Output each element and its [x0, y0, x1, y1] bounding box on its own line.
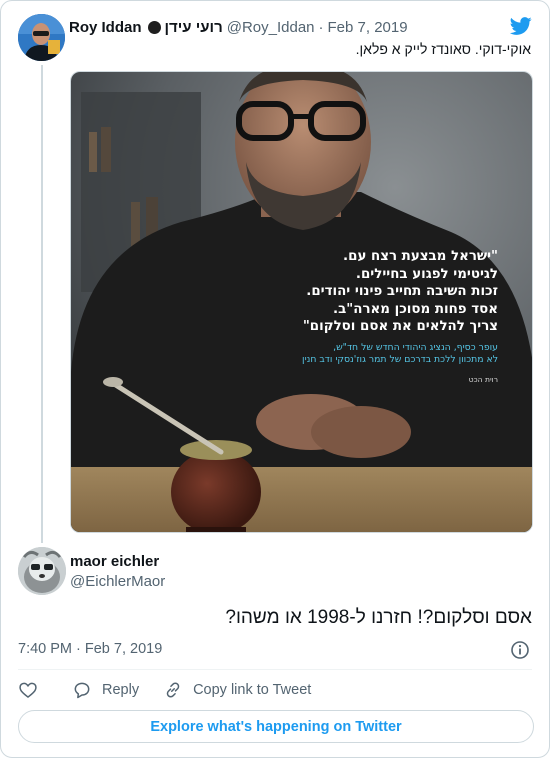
- thread-connector-line: [41, 65, 43, 543]
- speech-bubble-icon: [74, 682, 90, 699]
- reply-button[interactable]: Reply: [72, 680, 139, 700]
- explore-twitter-button[interactable]: Explore what's happening on Twitter: [18, 710, 534, 743]
- overlay-quote-line: לגיטימי לפגוע בחיילים.: [355, 266, 498, 282]
- overlay-quote-line: "ישראל מבצעת רצח עם.: [343, 249, 498, 264]
- overlay-photo-credit: רוית הכט: [468, 374, 498, 384]
- like-button[interactable]: [18, 680, 38, 700]
- tweet-photo[interactable]: "ישראל מבצעת רצח עם. לגיטימי לפגוע בחייל…: [70, 71, 533, 533]
- link-icon: [166, 682, 180, 698]
- tweet-timestamp[interactable]: 7:40 PM · Feb 7, 2019: [18, 641, 162, 657]
- overlay-quote-line: זכות השיבה תחייב פינוי יהודים.: [306, 284, 498, 299]
- main-author-handle[interactable]: @EichlerMaor: [70, 573, 165, 590]
- tweet-embed-card: Roy Iddan רועי עידן @Roy_Iddan · Feb 7, …: [0, 0, 550, 758]
- reply-label: Reply: [102, 682, 140, 698]
- maor-eichler-avatar[interactable]: [18, 547, 66, 595]
- copy-link-button[interactable]: Copy link to Tweet: [163, 680, 311, 700]
- overlay-quote-line: אסד פחות מסוכן מארה"ב.: [333, 301, 498, 317]
- overlay-subtitle-line: עופר כסיף, הנציג היהודי החדש של חד"ש,: [333, 341, 498, 353]
- main-author-name[interactable]: maor eichler: [70, 553, 159, 570]
- parent-tweet-date[interactable]: Feb 7, 2019: [328, 19, 408, 36]
- photo-text-overlay: "ישראל מבצעת רצח עם. לגיטימי לפגוע בחייל…: [238, 248, 498, 384]
- parent-author-name[interactable]: Roy Iddan: [69, 19, 142, 36]
- twitter-bird-icon[interactable]: [509, 15, 533, 37]
- roy-iddan-avatar[interactable]: [18, 14, 65, 61]
- main-tweet-text: אסם וסלקום?! חזרנו ל-1998 או משהו?: [225, 607, 532, 628]
- actions-divider: [18, 669, 532, 670]
- info-icon[interactable]: [510, 640, 530, 660]
- separator-dot: ·: [318, 18, 324, 36]
- black-circle-icon: [147, 20, 161, 34]
- overlay-subtitle-line: לא מתכוון ללכת בדרכם של תמר גוז'נסקי ודב…: [302, 354, 498, 365]
- parent-author-handle[interactable]: @Roy_Iddan: [227, 19, 315, 36]
- parent-tweet-text: אוקי-דוקי. סאונדז לייק א פלאן.: [355, 41, 531, 57]
- tweet-actions-bar: Reply Copy link to Tweet: [18, 680, 311, 700]
- heart-icon: [19, 682, 37, 699]
- copy-link-label: Copy link to Tweet: [193, 682, 312, 698]
- parent-tweet-header: Roy Iddan רועי עידן @Roy_Iddan · Feb 7, …: [69, 17, 531, 37]
- overlay-quote-line: צריך להלאים את אסם וסלקום": [302, 319, 498, 334]
- parent-author-hebrew-name[interactable]: רועי עידן: [165, 19, 223, 36]
